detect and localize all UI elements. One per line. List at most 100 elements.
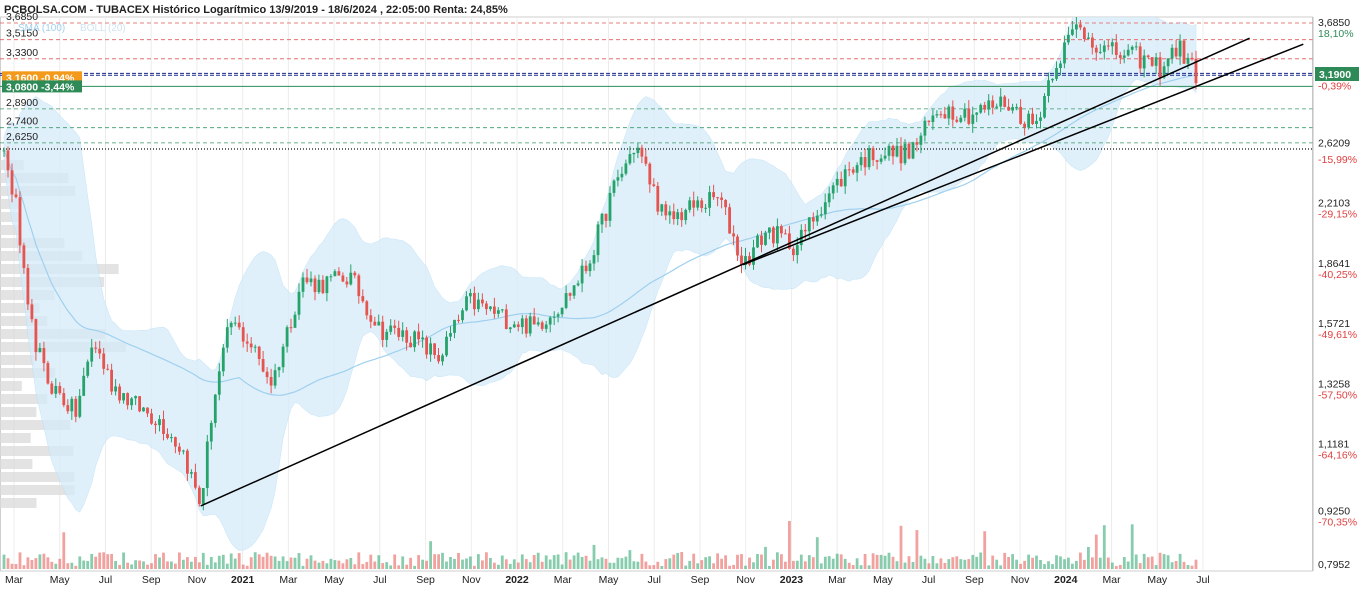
candle bbox=[532, 316, 536, 325]
candle bbox=[907, 143, 911, 159]
volume-bar bbox=[963, 559, 967, 569]
candle bbox=[1083, 27, 1086, 39]
candle bbox=[903, 143, 907, 164]
candle bbox=[229, 322, 233, 328]
candle bbox=[803, 229, 807, 232]
volume-bar bbox=[1166, 555, 1170, 569]
x-tick-label: Mar bbox=[1102, 574, 1121, 586]
candle bbox=[863, 157, 867, 168]
candle bbox=[652, 184, 656, 186]
volume-bar bbox=[1186, 565, 1190, 569]
candle bbox=[158, 419, 161, 426]
candle bbox=[811, 217, 815, 222]
volume-bar bbox=[201, 552, 205, 569]
volume-bar bbox=[477, 554, 480, 569]
candle bbox=[795, 245, 799, 256]
volume-bar bbox=[1178, 553, 1182, 569]
volume-bar bbox=[899, 525, 903, 569]
candle bbox=[2, 150, 6, 152]
candle bbox=[979, 104, 983, 113]
volume-bar bbox=[78, 556, 82, 569]
volume-bar bbox=[437, 554, 440, 569]
volume-bar bbox=[54, 563, 58, 569]
candle bbox=[1063, 42, 1066, 64]
candle bbox=[504, 309, 508, 330]
candle bbox=[469, 293, 472, 297]
candle bbox=[1154, 57, 1158, 66]
x-tick-label: Mar bbox=[828, 574, 847, 586]
volume-bar bbox=[317, 562, 321, 569]
candle bbox=[317, 279, 321, 293]
volume-bar bbox=[935, 563, 939, 569]
volume-bar bbox=[1035, 555, 1038, 569]
volume-bar bbox=[516, 562, 520, 569]
volume-bar bbox=[764, 546, 767, 569]
candle bbox=[58, 386, 62, 394]
candle bbox=[377, 321, 381, 326]
candle bbox=[369, 315, 373, 322]
volume-bar bbox=[293, 557, 297, 569]
level-label: 2,7400 bbox=[6, 116, 38, 128]
volume-bar bbox=[544, 555, 548, 569]
volume-bar bbox=[321, 560, 325, 569]
x-tick-label: May bbox=[599, 574, 620, 586]
volume-bar bbox=[700, 560, 704, 569]
volume-bar bbox=[636, 561, 640, 569]
volume-bar bbox=[604, 558, 608, 569]
volume-bar bbox=[536, 552, 540, 569]
volume-bar bbox=[297, 553, 301, 569]
candle bbox=[425, 337, 428, 355]
candle bbox=[130, 398, 133, 406]
volume-bar bbox=[445, 561, 448, 569]
volume-bar bbox=[995, 559, 999, 569]
level-label: 2,8900 bbox=[6, 97, 38, 109]
volume-bar bbox=[146, 564, 149, 569]
volume-bar bbox=[875, 554, 879, 569]
candle bbox=[1170, 47, 1174, 59]
y-percent-label: -15,99% bbox=[1318, 154, 1357, 166]
candle bbox=[843, 169, 847, 187]
x-tick-label: Mar bbox=[554, 574, 573, 586]
candle bbox=[955, 119, 959, 122]
volume-bar bbox=[273, 556, 277, 569]
volume-bar bbox=[213, 562, 217, 569]
candle bbox=[6, 150, 10, 171]
volume-bar bbox=[269, 555, 273, 569]
volume-bar bbox=[417, 555, 420, 569]
volume-bar bbox=[883, 555, 887, 569]
candle bbox=[668, 211, 672, 216]
volume-bar bbox=[381, 563, 385, 569]
volume-bar bbox=[556, 554, 560, 569]
volume-bar bbox=[497, 564, 500, 569]
volume-bar bbox=[373, 561, 377, 569]
volume-bar bbox=[712, 563, 715, 569]
x-tick-label: Nov bbox=[188, 574, 207, 586]
x-tick-label: Jul bbox=[648, 574, 661, 586]
candle bbox=[1039, 117, 1042, 121]
candle bbox=[1031, 113, 1034, 124]
candle bbox=[54, 386, 58, 394]
candle bbox=[341, 275, 345, 282]
candle bbox=[1023, 123, 1026, 128]
candle bbox=[975, 112, 979, 115]
volume-bar bbox=[863, 554, 867, 569]
candle bbox=[875, 160, 879, 162]
candle bbox=[508, 327, 512, 330]
candle bbox=[792, 248, 795, 256]
candle bbox=[201, 488, 205, 504]
volume-bar bbox=[329, 558, 333, 569]
volume-bar bbox=[640, 553, 644, 569]
candle bbox=[22, 245, 26, 268]
candle bbox=[1079, 24, 1082, 28]
level-label: 3,3300 bbox=[6, 47, 38, 59]
x-tick-label: Jul bbox=[1196, 574, 1209, 586]
volume-bar bbox=[94, 556, 98, 569]
candle bbox=[732, 233, 735, 237]
volume-bar bbox=[130, 564, 133, 569]
volume-bar bbox=[198, 562, 201, 569]
candle bbox=[465, 296, 468, 311]
candle bbox=[967, 108, 971, 124]
volume-bar bbox=[708, 556, 711, 569]
volume-bar bbox=[732, 564, 735, 569]
candle bbox=[500, 309, 504, 311]
